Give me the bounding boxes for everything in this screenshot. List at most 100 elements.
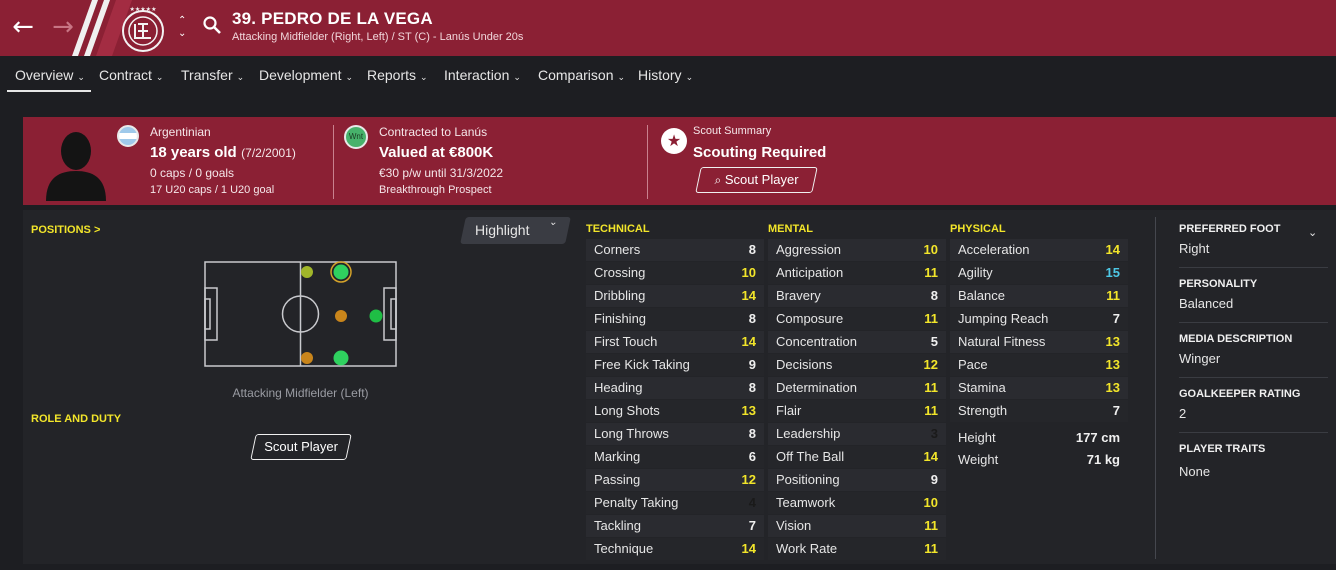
attribute-name: Positioning	[776, 472, 840, 487]
attribute-row: Jumping Reach 7	[950, 308, 1128, 330]
player-title: 39. PEDRO DE LA VEGA	[232, 9, 433, 28]
attribute-row: Work Rate 11	[768, 538, 946, 560]
attribute-value: 14	[923, 449, 938, 464]
chevron-down-icon: ⌄	[420, 73, 428, 83]
attribute-row: Decisions 12	[768, 354, 946, 376]
attribute-row: Leadership 3	[768, 423, 946, 445]
attribute-name: Natural Fitness	[958, 334, 1046, 349]
attribute-value: 11	[924, 541, 938, 556]
preferred-foot: Right	[1179, 241, 1210, 256]
contract-club: Contracted to Lanús	[379, 125, 488, 139]
chevron-down-icon: ⌄	[685, 73, 694, 83]
position-dot	[333, 350, 349, 366]
attribute-name: Free Kick Taking	[594, 357, 690, 372]
tab-overview[interactable]: Overview ⌄	[15, 67, 85, 83]
chevron-down-icon: ⌄	[513, 73, 521, 83]
divider	[1179, 322, 1328, 323]
attribute-name: First Touch	[594, 334, 658, 349]
scouting-status: Scouting Required	[693, 144, 827, 161]
chevron-down-icon[interactable]: ⌄	[1308, 226, 1317, 239]
search-icon[interactable]	[202, 15, 222, 35]
tab-interaction[interactable]: Interaction ⌄	[444, 67, 521, 83]
divider	[647, 125, 648, 199]
attribute-value: 11	[924, 403, 938, 418]
attribute-value: 8	[748, 380, 756, 395]
attribute-row: Determination 11	[768, 377, 946, 399]
positions-link[interactable]: POSITIONS >	[31, 224, 100, 236]
tab-reports[interactable]: Reports ⌄	[367, 67, 428, 83]
attribute-value: 10	[923, 495, 938, 510]
attribute-value: 6	[748, 449, 756, 464]
position-dot	[333, 264, 349, 280]
highlight-dropdown[interactable]: Highlight ⌄	[460, 217, 571, 244]
scout-player-button[interactable]: Scout Player	[250, 434, 352, 460]
attribute-row: Acceleration 14	[950, 239, 1128, 261]
media-description-label: MEDIA DESCRIPTION	[1179, 333, 1293, 345]
player-summary-banner: Argentinian 18 years old (7/2/2001) 0 ca…	[23, 117, 1336, 205]
tab-label: Interaction	[444, 67, 510, 83]
attribute-name: Tackling	[594, 518, 641, 533]
player-nav-updown-icon[interactable]: ⌃ ⌄	[178, 14, 192, 40]
caps-goals: 0 caps / 0 goals	[150, 166, 235, 180]
position-dot	[301, 266, 313, 278]
attribute-value: 11	[1106, 288, 1120, 303]
attribute-name: Marking	[594, 449, 641, 464]
attribute-value: 11	[924, 518, 938, 533]
scout-player-button[interactable]: ⌕ Scout Player	[695, 167, 818, 193]
tab-contract[interactable]: Contract ⌄	[99, 67, 163, 83]
tab-transfer[interactable]: Transfer ⌄	[181, 67, 244, 83]
position-dot	[301, 352, 313, 364]
divider	[333, 125, 334, 199]
physical-header: PHYSICAL	[950, 223, 1006, 235]
attribute-value: 7	[748, 518, 756, 533]
attribute-value: 8	[748, 242, 756, 257]
attribute-row: Heading 8	[586, 377, 764, 399]
attribute-row: Teamwork 10	[768, 492, 946, 514]
info-divider	[1155, 217, 1156, 559]
attribute-value: 14	[741, 288, 756, 303]
attribute-name: Leadership	[776, 426, 841, 441]
svg-text:★★★★★: ★★★★★	[130, 6, 157, 13]
button-label: Scout Player	[724, 172, 799, 187]
attribute-row: Pace 13	[950, 354, 1128, 376]
player-value: Valued at €800K	[379, 144, 494, 161]
chevron-down-icon: ⌄	[77, 73, 85, 83]
attribute-name: Concentration	[776, 334, 857, 349]
back-arrow-icon[interactable]: ←	[8, 12, 38, 42]
attribute-row: Technique 14	[586, 538, 764, 560]
date-of-birth: (7/2/2001)	[241, 146, 296, 160]
attribute-row: Positioning 9	[768, 469, 946, 491]
tab-comparison[interactable]: Comparison ⌄	[538, 67, 625, 83]
attribute-value: 3	[930, 426, 938, 441]
position-caption: Attacking Midfielder (Left)	[232, 386, 369, 400]
attribute-name: Aggression	[776, 242, 842, 257]
attribute-value: 9	[748, 357, 756, 372]
attribute-value: 13	[1105, 334, 1120, 349]
attribute-name: Work Rate	[776, 541, 838, 556]
attribute-value: 14	[741, 541, 756, 556]
attribute-value: 8	[748, 426, 756, 441]
height-row: Height 177 cm	[950, 427, 1128, 449]
technical-header: TECHNICAL	[586, 223, 650, 235]
personality-label: PERSONALITY	[1179, 278, 1258, 290]
attribute-value: 10	[923, 242, 938, 257]
attribute-row: Dribbling 14	[586, 285, 764, 307]
tab-bar: Overview ⌄ Contract ⌄ Transfer ⌄ Developmen…	[0, 56, 1336, 94]
attribute-name: Composure	[776, 311, 844, 326]
attribute-name: Crossing	[594, 265, 646, 280]
role-and-duty-label: ROLE AND DUTY	[31, 413, 122, 425]
attribute-name: Acceleration	[958, 242, 1030, 257]
tab-development[interactable]: Development ⌄	[259, 67, 353, 83]
attribute-row: Natural Fitness 13	[950, 331, 1128, 353]
attribute-name: Flair	[776, 403, 802, 418]
attribute-row: Flair 11	[768, 400, 946, 422]
attribute-value: 11	[924, 265, 938, 280]
attribute-row: Aggression 10	[768, 239, 946, 261]
attribute-row: Balance 11	[950, 285, 1128, 307]
personality: Balanced	[1179, 296, 1234, 311]
attribute-row: First Touch 14	[586, 331, 764, 353]
tab-history[interactable]: History ⌄	[638, 67, 693, 83]
attribute-name: Agility	[958, 265, 993, 280]
attribute-name: Height	[958, 430, 996, 445]
attribute-row: Concentration 5	[768, 331, 946, 353]
